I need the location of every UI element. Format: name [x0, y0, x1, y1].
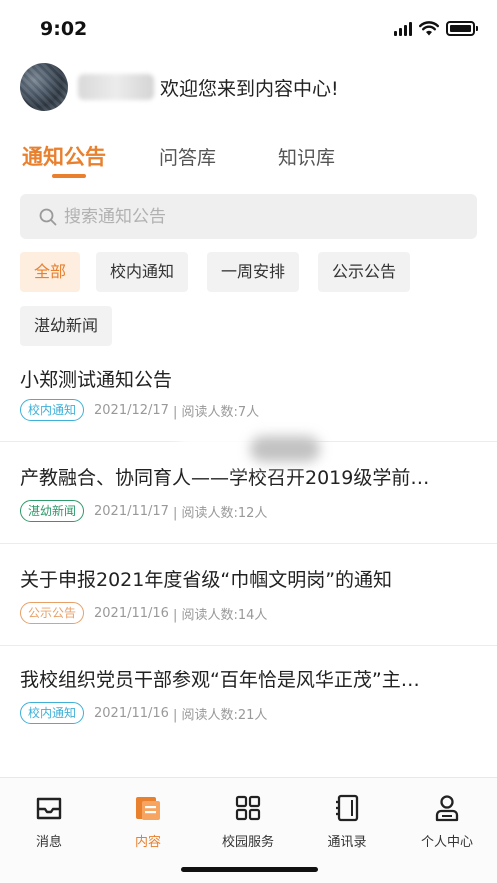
news-reads: | 阅读人数:14人	[172, 607, 268, 623]
news-reads: | 阅读人数:21人	[172, 707, 268, 723]
filter-campus-notice[interactable]: 校内通知	[96, 252, 189, 292]
tabbar-item-campus-services[interactable]: 校园服务	[203, 792, 293, 850]
tab-notices[interactable]: 通知公告	[22, 141, 106, 171]
status-icons	[394, 21, 478, 36]
blur-overlay	[250, 436, 320, 462]
signal-icon	[394, 21, 412, 36]
active-tab-indicator	[52, 174, 86, 178]
username-redacted	[78, 74, 154, 100]
news-date: 2021/11/16	[94, 605, 169, 621]
content-tabs: 通知公告 问答库 知识库	[0, 135, 497, 180]
search-icon	[38, 207, 58, 227]
content-icon	[132, 792, 164, 824]
status-time: 9:02	[40, 18, 88, 40]
news-date: 2021/11/17	[94, 503, 169, 519]
news-date: 2021/11/16	[94, 705, 169, 721]
news-meta: 湛幼新闻 2021/11/17 | 阅读人数:12人	[20, 500, 267, 522]
inbox-icon	[33, 792, 65, 824]
tabbar-item-content[interactable]: 内容	[103, 792, 193, 850]
news-meta: 校内通知 2021/12/17 | 阅读人数:7人	[20, 399, 259, 421]
wifi-icon	[419, 21, 439, 36]
tabbar-item-profile[interactable]: 个人中心	[402, 792, 492, 850]
news-date: 2021/12/17	[94, 402, 169, 418]
news-tag: 公示公告	[20, 602, 85, 624]
news-reads: | 阅读人数:12人	[172, 505, 268, 521]
news-title: 产教融合、协同育人——学校召开2019级学前…	[20, 467, 430, 489]
list-item[interactable]: 我校组织党员干部参观“百年恰是风华正茂”主… 校内通知 2021/11/16 |…	[0, 646, 497, 746]
news-tag: 湛幼新闻	[20, 500, 85, 522]
news-meta: 公示公告 2021/11/16 | 阅读人数:14人	[20, 602, 267, 624]
status-bar: 9:02	[0, 0, 497, 60]
avatar[interactable]	[20, 63, 68, 111]
grid-icon	[232, 792, 264, 824]
filter-weekly-schedule[interactable]: 一周安排	[207, 252, 300, 292]
news-meta: 校内通知 2021/11/16 | 阅读人数:21人	[20, 702, 267, 724]
news-reads: | 阅读人数:7人	[172, 404, 260, 420]
filter-all[interactable]: 全部	[20, 252, 81, 292]
news-title: 我校组织党员干部参观“百年恰是风华正茂”主…	[20, 669, 420, 691]
tab-knowledge[interactable]: 知识库	[278, 143, 335, 170]
tabbar-label: 通讯录	[327, 835, 367, 850]
greeting-header: 欢迎您来到内容中心!	[20, 62, 339, 112]
tabbar-item-contacts[interactable]: 通讯录	[302, 792, 392, 850]
filter-public-notice[interactable]: 公示公告	[318, 252, 411, 292]
tabbar-label: 个人中心	[420, 835, 473, 850]
tabbar-label: 内容	[134, 835, 161, 850]
news-title: 小郑测试通知公告	[20, 369, 173, 391]
user-icon	[431, 792, 463, 824]
search-input[interactable]	[64, 206, 444, 227]
news-tag: 校内通知	[20, 399, 85, 421]
battery-icon	[446, 21, 478, 36]
contacts-icon	[331, 792, 363, 824]
filter-school-news[interactable]: 湛幼新闻	[20, 306, 113, 346]
tabbar-label: 消息	[35, 835, 62, 850]
news-tag: 校内通知	[20, 702, 85, 724]
tab-qa[interactable]: 问答库	[159, 143, 216, 170]
list-item[interactable]: 关于申报2021年度省级“巾帼文明岗”的通知 公示公告 2021/11/16 |…	[0, 544, 497, 646]
tabbar-item-messages[interactable]: 消息	[4, 792, 94, 850]
home-indicator[interactable]	[181, 867, 318, 872]
tabbar-label: 校园服务	[221, 835, 274, 850]
welcome-text: 欢迎您来到内容中心!	[160, 77, 339, 100]
news-title: 关于申报2021年度省级“巾帼文明岗”的通知	[20, 569, 393, 591]
search-bar[interactable]	[20, 194, 477, 239]
